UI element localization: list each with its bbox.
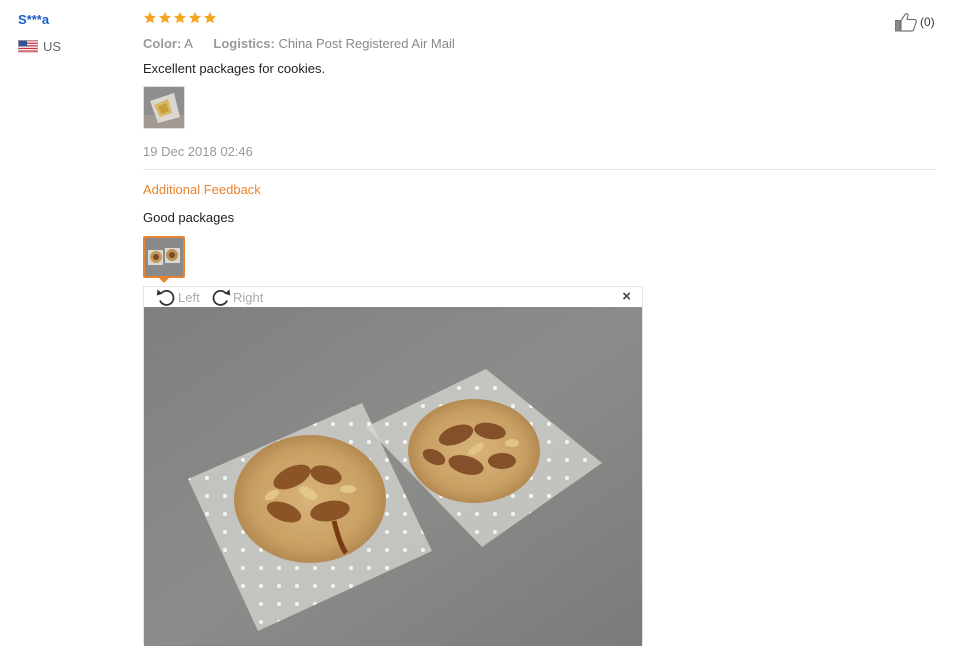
review-date: 19 Dec 2018 02:46 [143,144,253,159]
reviewer-name[interactable]: S***a [18,12,49,27]
order-attributes: Color: A Logistics: China Post Registere… [143,36,455,51]
viewer-toolbar: Left Right × [144,287,642,307]
helpful-button[interactable]: (0) [894,12,935,32]
rotate-right-label: Right [233,289,264,305]
rotate-right-icon [212,289,231,306]
rotate-left-icon [156,289,175,306]
helpful-count: (0) [920,15,935,29]
rotate-left-label: Left [178,289,200,305]
selected-thumbnail-pointer [158,277,170,283]
logistics-label: Logistics: [213,36,275,51]
star-icon [188,11,202,24]
star-icon [143,11,157,24]
close-viewer-button[interactable]: × [622,289,631,305]
additional-feedback-text: Good packages [143,210,235,225]
divider [143,169,936,170]
star-rating [143,11,217,25]
country-code: US [43,39,62,54]
rotate-right-button[interactable]: Right [210,287,263,307]
review-text: Excellent packages for cookies. [143,61,326,76]
star-icon [173,11,187,24]
star-icon [203,11,217,24]
logistics-value: China Post Registered Air Mail [278,36,455,51]
review-photo-thumbnail[interactable] [143,86,185,129]
image-viewer: Left Right × [143,286,643,646]
color-value: A [184,36,193,51]
review-photo-large [144,307,642,646]
reviewer-country: US [18,39,61,54]
additional-photo-thumbnail[interactable] [143,236,185,278]
thumbs-up-icon [895,12,917,32]
star-icon [158,11,172,24]
additional-feedback-title: Additional Feedback [143,182,261,197]
rotate-left-button[interactable]: Left [155,287,200,307]
us-flag-icon [18,40,38,53]
color-label: Color: [143,36,182,51]
